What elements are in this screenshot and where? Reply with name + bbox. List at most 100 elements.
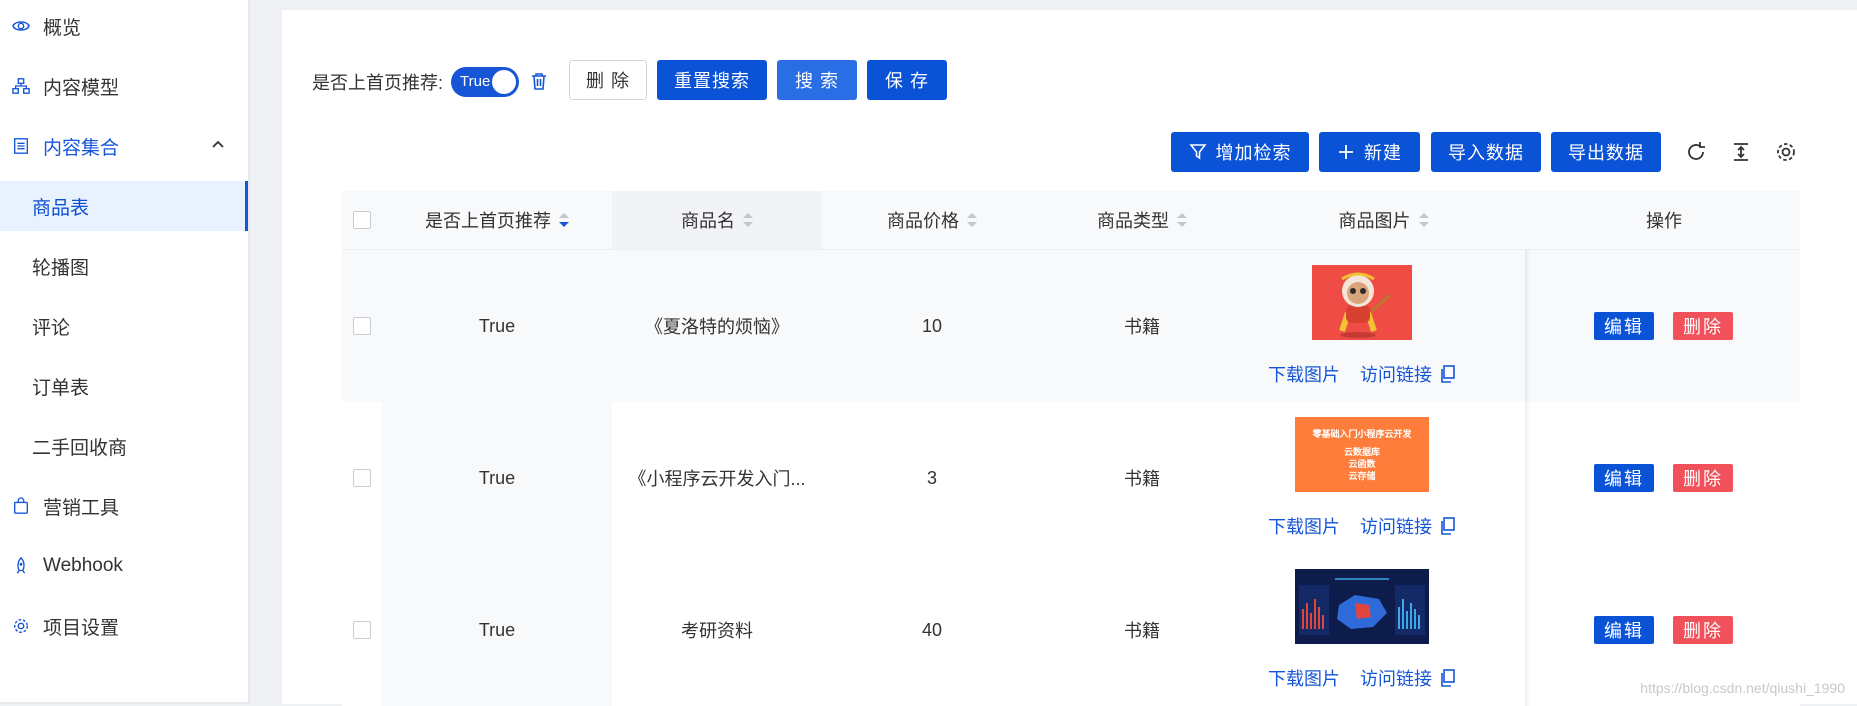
divider [1525, 250, 1531, 402]
nav-webhook[interactable]: Webhook [0, 541, 248, 591]
row-checkbox[interactable] [353, 621, 371, 639]
cell-name: 考研资料 [681, 621, 753, 641]
table-header: 是否上首页推荐 商品名 商品价格 商品类型 商品图片 操作 [342, 191, 1800, 250]
delete-button[interactable]: 删除 [1673, 312, 1733, 340]
sort-icon [1418, 213, 1429, 227]
cell-recommend: True [478, 315, 516, 336]
cell-price: 3 [926, 467, 937, 488]
filter-icon [1188, 144, 1207, 160]
table-row: True 考研资料 40 书籍 下载图片 访问链接 编辑 删除 [342, 554, 1800, 706]
column-height-icon[interactable] [1729, 140, 1753, 164]
col-type[interactable]: 商品类型 [1042, 191, 1242, 249]
copy-icon[interactable] [1440, 517, 1456, 535]
add-filter-label: 增加检索 [1215, 143, 1292, 163]
row-checkbox[interactable] [353, 317, 371, 335]
watermark: https://blog.csdn.net/qiushi_1990 [1640, 680, 1845, 696]
nav-label: Webhook [43, 555, 123, 576]
nav-orders[interactable]: 订单表 [0, 361, 248, 411]
thumb-title: 零基础入门小程序云开发 [1312, 429, 1412, 439]
nav-label: 内容模型 [43, 77, 120, 99]
refresh-icon[interactable] [1684, 140, 1708, 164]
sort-icon [559, 213, 569, 227]
import-data-button[interactable]: 导入数据 [1431, 132, 1541, 172]
sidebar: 概览 内容模型 内容集合 商品表 轮播图 评论 订单表 二手回收商 营销工具 W… [0, 0, 250, 704]
edit-button[interactable]: 编辑 [1594, 312, 1654, 340]
col-label: 操作 [1646, 211, 1682, 231]
visit-link[interactable]: 访问链接 [1360, 513, 1432, 539]
cell-name: 《小程序云开发入门... [628, 469, 806, 489]
sort-icon [743, 213, 753, 227]
col-price[interactable]: 商品价格 [822, 191, 1042, 249]
cell-name: 《夏洛特的烦恼》 [645, 317, 789, 337]
switch-knob [492, 70, 516, 94]
visit-link[interactable]: 访问链接 [1360, 665, 1432, 691]
nav-overview[interactable]: 概览 [0, 1, 248, 51]
nav-label: 轮播图 [32, 257, 90, 279]
download-image-link[interactable]: 下载图片 [1268, 665, 1340, 691]
eye-icon [11, 16, 31, 36]
col-label: 商品价格 [887, 211, 959, 231]
delete-button[interactable]: 删除 [1673, 616, 1733, 644]
col-label: 是否上首页推荐 [425, 211, 551, 231]
delete-button[interactable]: 删除 [1673, 464, 1733, 492]
chevron-up-icon [212, 140, 224, 148]
col-label: 商品图片 [1338, 211, 1411, 231]
create-button[interactable]: 新建 [1319, 132, 1420, 172]
search-button[interactable]: 搜 索 [777, 60, 857, 100]
list-icon [11, 136, 31, 156]
nav-marketing[interactable]: 营销工具 [0, 481, 248, 531]
sitemap-icon [11, 76, 31, 96]
download-image-link[interactable]: 下载图片 [1268, 361, 1340, 387]
nav-label: 内容集合 [43, 137, 120, 159]
col-label: 商品类型 [1097, 211, 1169, 231]
nav-comments[interactable]: 评论 [0, 301, 248, 351]
recommend-switch[interactable]: True [451, 67, 519, 97]
nav-carousel[interactable]: 轮播图 [0, 241, 248, 291]
table-row: True 《小程序云开发入门... 3 书籍 零基础入门小程序云开发 云数据库 … [342, 402, 1800, 555]
cell-recommend: True [478, 619, 516, 640]
nav-project-settings[interactable]: 项目设置 [0, 601, 248, 651]
nav-content-model[interactable]: 内容模型 [0, 61, 248, 111]
col-label: 商品名 [681, 211, 735, 231]
sort-icon [967, 213, 977, 227]
image-links: 下载图片 访问链接 [1268, 361, 1456, 387]
shopping-bag-icon [11, 496, 31, 516]
product-thumbnail: 零基础入门小程序云开发 云数据库 云函数 云存储 [1295, 417, 1429, 492]
reset-search-button[interactable]: 重置搜索 [657, 60, 767, 100]
save-button[interactable]: 保 存 [867, 60, 947, 100]
product-thumbnail [1295, 569, 1429, 644]
filter-label: 是否上首页推荐: [312, 73, 444, 93]
image-links: 下载图片 访问链接 [1268, 513, 1456, 539]
cell-type: 书籍 [1124, 317, 1160, 337]
thumb-line: 云数据库 [1343, 447, 1380, 457]
download-image-link[interactable]: 下载图片 [1268, 513, 1340, 539]
col-image[interactable]: 商品图片 [1242, 191, 1525, 249]
edit-button[interactable]: 编辑 [1594, 616, 1654, 644]
product-thumbnail [1312, 265, 1412, 340]
visit-link[interactable]: 访问链接 [1360, 361, 1432, 387]
copy-icon[interactable] [1440, 365, 1456, 383]
nav-recyclers[interactable]: 二手回收商 [0, 421, 248, 471]
sort-icon [1177, 213, 1187, 227]
thumb-line: 云存储 [1348, 471, 1376, 481]
copy-icon[interactable] [1440, 669, 1456, 687]
delete-filter-button[interactable]: 删 除 [569, 60, 647, 100]
nav-label: 评论 [32, 317, 71, 339]
nav-content-collection[interactable]: 内容集合 [0, 121, 248, 171]
image-links: 下载图片 访问链接 [1268, 665, 1456, 691]
col-name[interactable]: 商品名 [612, 191, 822, 249]
cell-type: 书籍 [1124, 621, 1160, 641]
nav-products[interactable]: 商品表 [0, 181, 248, 231]
divider [1525, 554, 1531, 706]
table-row: True 《夏洛特的烦恼》 10 书籍 下载图片 访问链接 编辑 删除 [342, 250, 1800, 403]
nav-label: 商品表 [32, 197, 90, 219]
edit-button[interactable]: 编辑 [1594, 464, 1654, 492]
add-filter-button[interactable]: 增加检索 [1171, 132, 1309, 172]
select-all-checkbox[interactable] [353, 211, 371, 229]
export-data-button[interactable]: 导出数据 [1551, 132, 1661, 172]
row-checkbox[interactable] [353, 469, 371, 487]
col-recommend[interactable]: 是否上首页推荐 [382, 191, 612, 249]
plus-icon [1339, 145, 1353, 159]
settings-icon[interactable] [1774, 140, 1798, 164]
trash-icon[interactable] [528, 70, 550, 92]
